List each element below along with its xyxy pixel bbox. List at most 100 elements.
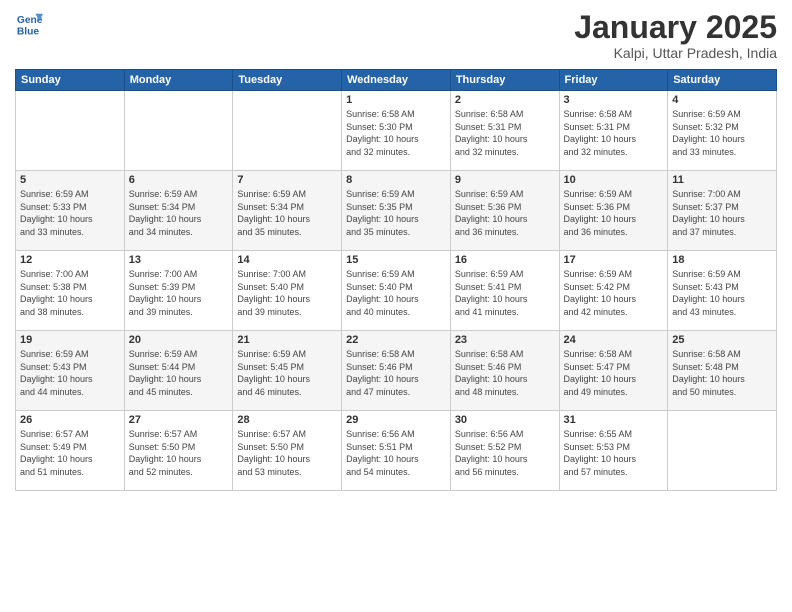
day-header-tuesday: Tuesday: [233, 70, 342, 91]
day-number: 25: [672, 334, 772, 346]
calendar-cell: 5 Sunrise: 6:59 AM Sunset: 5:33 PM Daylig…: [16, 171, 125, 251]
calendar-week-row: 12 Sunrise: 7:00 AM Sunset: 5:38 PM Dayli…: [16, 251, 777, 331]
day-info: Sunrise: 6:57 AM Sunset: 5:50 PM Dayligh…: [129, 428, 229, 478]
month-title: January 2025: [574, 10, 777, 45]
calendar-cell: 4Sunrise: 6:59 AM Sunset: 5:32 PM Daylig…: [668, 91, 777, 171]
day-info: Sunrise: 6:58 AM Sunset: 5:46 PM Dayligh…: [455, 348, 555, 398]
day-info: Sunrise: 6:56 AM Sunset: 5:51 PM Dayligh…: [346, 428, 446, 478]
day-number: 20: [129, 334, 229, 346]
calendar-cell: [668, 411, 777, 491]
day-info: Sunrise: 6:59 AM Sunset: 5:32 PM Dayligh…: [672, 108, 772, 158]
calendar-cell: 21 Sunrise: 6:59 AM Sunset: 5:45 PM Dayli…: [233, 331, 342, 411]
day-info: Sunrise: 6:56 AM Sunset: 5:52 PM Dayligh…: [455, 428, 555, 478]
calendar-cell: 28 Sunrise: 6:57 AM Sunset: 5:50 PM Dayli…: [233, 411, 342, 491]
title-block: January 2025 Kalpi, Uttar Pradesh, India: [574, 10, 777, 61]
day-number: 11: [672, 174, 772, 186]
calendar-table: SundayMondayTuesdayWednesdayThursdayFrid…: [15, 69, 777, 491]
calendar-cell: 12 Sunrise: 7:00 AM Sunset: 5:38 PM Dayli…: [16, 251, 125, 331]
day-number: 9: [455, 174, 555, 186]
location-subtitle: Kalpi, Uttar Pradesh, India: [574, 45, 777, 61]
day-info: Sunrise: 6:58 AM Sunset: 5:31 PM Dayligh…: [564, 108, 664, 158]
calendar-week-row: 26 Sunrise: 6:57 AM Sunset: 5:49 PM Dayli…: [16, 411, 777, 491]
calendar-cell: 10 Sunrise: 6:59 AM Sunset: 5:36 PM Dayli…: [559, 171, 668, 251]
calendar-week-row: 19Sunrise: 6:59 AM Sunset: 5:43 PM Dayli…: [16, 331, 777, 411]
calendar-cell: 16 Sunrise: 6:59 AM Sunset: 5:41 PM Dayli…: [450, 251, 559, 331]
calendar-cell: 1 Sunrise: 6:58 AM Sunset: 5:30 PM Daylig…: [342, 91, 451, 171]
day-info: Sunrise: 6:59 AM Sunset: 5:44 PM Dayligh…: [129, 348, 229, 398]
calendar-cell: 2 Sunrise: 6:58 AM Sunset: 5:31 PM Daylig…: [450, 91, 559, 171]
day-number: 14: [237, 254, 337, 266]
calendar-cell: [124, 91, 233, 171]
calendar-cell: 11 Sunrise: 7:00 AM Sunset: 5:37 PM Dayli…: [668, 171, 777, 251]
day-info: Sunrise: 6:58 AM Sunset: 5:30 PM Dayligh…: [346, 108, 446, 158]
day-info: Sunrise: 7:00 AM Sunset: 5:37 PM Dayligh…: [672, 188, 772, 238]
day-info: Sunrise: 6:55 AM Sunset: 5:53 PM Dayligh…: [564, 428, 664, 478]
day-number: 16: [455, 254, 555, 266]
calendar-cell: 26 Sunrise: 6:57 AM Sunset: 5:49 PM Dayli…: [16, 411, 125, 491]
calendar-cell: 13Sunrise: 7:00 AM Sunset: 5:39 PM Dayli…: [124, 251, 233, 331]
day-info: Sunrise: 7:00 AM Sunset: 5:39 PM Dayligh…: [129, 268, 229, 318]
day-number: 26: [20, 414, 120, 426]
day-info: Sunrise: 6:58 AM Sunset: 5:48 PM Dayligh…: [672, 348, 772, 398]
calendar-cell: 25 Sunrise: 6:58 AM Sunset: 5:48 PM Dayli…: [668, 331, 777, 411]
day-number: 7: [237, 174, 337, 186]
day-number: 5: [20, 174, 120, 186]
day-info: Sunrise: 6:59 AM Sunset: 5:33 PM Dayligh…: [20, 188, 120, 238]
day-number: 31: [564, 414, 664, 426]
calendar-cell: 17 Sunrise: 6:59 AM Sunset: 5:42 PM Dayli…: [559, 251, 668, 331]
day-info: Sunrise: 6:59 AM Sunset: 5:41 PM Dayligh…: [455, 268, 555, 318]
day-number: 21: [237, 334, 337, 346]
day-info: Sunrise: 6:59 AM Sunset: 5:43 PM Dayligh…: [20, 348, 120, 398]
day-header-sunday: Sunday: [16, 70, 125, 91]
day-info: Sunrise: 6:58 AM Sunset: 5:47 PM Dayligh…: [564, 348, 664, 398]
day-number: 12: [20, 254, 120, 266]
day-number: 15: [346, 254, 446, 266]
day-header-thursday: Thursday: [450, 70, 559, 91]
calendar-cell: 19Sunrise: 6:59 AM Sunset: 5:43 PM Dayli…: [16, 331, 125, 411]
calendar-week-row: 1 Sunrise: 6:58 AM Sunset: 5:30 PM Daylig…: [16, 91, 777, 171]
calendar-cell: 27Sunrise: 6:57 AM Sunset: 5:50 PM Dayli…: [124, 411, 233, 491]
day-number: 2: [455, 94, 555, 106]
calendar-cell: 22Sunrise: 6:58 AM Sunset: 5:46 PM Dayli…: [342, 331, 451, 411]
calendar-week-row: 5 Sunrise: 6:59 AM Sunset: 5:33 PM Daylig…: [16, 171, 777, 251]
day-number: 1: [346, 94, 446, 106]
day-number: 8: [346, 174, 446, 186]
day-number: 3: [564, 94, 664, 106]
calendar-cell: 31 Sunrise: 6:55 AM Sunset: 5:53 PM Dayli…: [559, 411, 668, 491]
day-info: Sunrise: 6:59 AM Sunset: 5:42 PM Dayligh…: [564, 268, 664, 318]
day-info: Sunrise: 6:59 AM Sunset: 5:45 PM Dayligh…: [237, 348, 337, 398]
day-info: Sunrise: 6:59 AM Sunset: 5:43 PM Dayligh…: [672, 268, 772, 318]
day-info: Sunrise: 6:59 AM Sunset: 5:34 PM Dayligh…: [237, 188, 337, 238]
day-info: Sunrise: 6:59 AM Sunset: 5:36 PM Dayligh…: [455, 188, 555, 238]
day-number: 10: [564, 174, 664, 186]
day-number: 17: [564, 254, 664, 266]
calendar-page: General Blue January 2025 Kalpi, Uttar P…: [0, 0, 792, 612]
calendar-header-row: SundayMondayTuesdayWednesdayThursdayFrid…: [16, 70, 777, 91]
calendar-cell: [233, 91, 342, 171]
day-info: Sunrise: 6:58 AM Sunset: 5:31 PM Dayligh…: [455, 108, 555, 158]
calendar-cell: 15 Sunrise: 6:59 AM Sunset: 5:40 PM Dayli…: [342, 251, 451, 331]
logo: General Blue: [15, 10, 43, 38]
day-number: 6: [129, 174, 229, 186]
day-number: 24: [564, 334, 664, 346]
day-number: 23: [455, 334, 555, 346]
day-header-monday: Monday: [124, 70, 233, 91]
calendar-cell: 18 Sunrise: 6:59 AM Sunset: 5:43 PM Dayli…: [668, 251, 777, 331]
day-info: Sunrise: 6:59 AM Sunset: 5:36 PM Dayligh…: [564, 188, 664, 238]
calendar-cell: 24 Sunrise: 6:58 AM Sunset: 5:47 PM Dayli…: [559, 331, 668, 411]
logo-icon: General Blue: [15, 10, 43, 38]
calendar-cell: 3 Sunrise: 6:58 AM Sunset: 5:31 PM Daylig…: [559, 91, 668, 171]
day-header-saturday: Saturday: [668, 70, 777, 91]
day-info: Sunrise: 6:57 AM Sunset: 5:50 PM Dayligh…: [237, 428, 337, 478]
calendar-cell: 23 Sunrise: 6:58 AM Sunset: 5:46 PM Dayli…: [450, 331, 559, 411]
day-info: Sunrise: 7:00 AM Sunset: 5:40 PM Dayligh…: [237, 268, 337, 318]
day-info: Sunrise: 6:57 AM Sunset: 5:49 PM Dayligh…: [20, 428, 120, 478]
day-number: 30: [455, 414, 555, 426]
day-number: 18: [672, 254, 772, 266]
calendar-cell: 29Sunrise: 6:56 AM Sunset: 5:51 PM Dayli…: [342, 411, 451, 491]
day-number: 28: [237, 414, 337, 426]
calendar-cell: [16, 91, 125, 171]
calendar-cell: 9 Sunrise: 6:59 AM Sunset: 5:36 PM Daylig…: [450, 171, 559, 251]
day-info: Sunrise: 7:00 AM Sunset: 5:38 PM Dayligh…: [20, 268, 120, 318]
day-info: Sunrise: 6:59 AM Sunset: 5:40 PM Dayligh…: [346, 268, 446, 318]
